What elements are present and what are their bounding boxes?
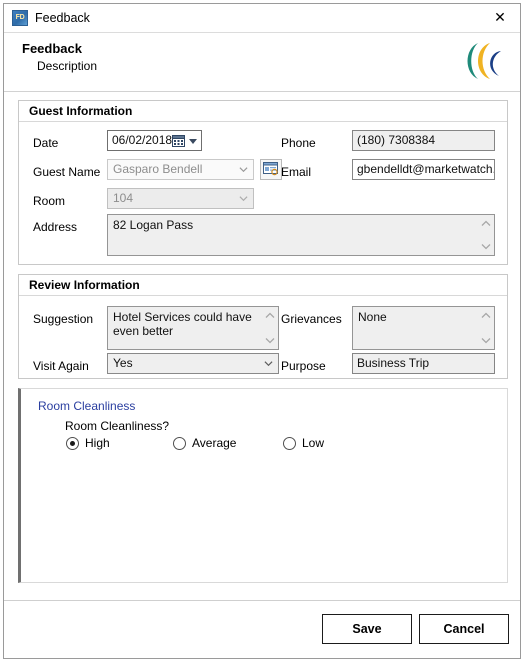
address-scrollbar[interactable] [479,216,493,254]
feedback-dialog-window: FD Feedback ✕ Feedback Description Guest… [3,3,521,659]
chevron-down-icon [237,189,248,208]
crescent-logo-icon [460,39,506,83]
guest-name-select[interactable]: Gasparo Bendell [107,159,254,180]
radio-low-label: Low [302,436,325,450]
room-cleanliness-question: Room Cleanliness? [65,419,170,433]
grievances-scrollbar[interactable] [479,308,493,348]
email-label: Email [281,165,312,179]
radio-high-label: High [85,436,110,450]
chevron-down-icon [265,338,275,344]
room-label: Room [33,194,66,208]
save-button[interactable]: Save [322,614,412,644]
visit-again-label: Visit Again [33,359,89,373]
review-information-legend: Review Information [19,275,507,296]
chevron-down-icon [481,338,491,344]
radio-dot-icon [66,437,79,450]
date-input[interactable]: 06/02/2018 [107,130,202,151]
dialog-footer: Save Cancel [4,600,520,658]
chevron-down-icon [481,244,491,250]
visit-again-select[interactable]: Yes [107,353,279,374]
guest-information-legend: Guest Information [19,101,507,122]
email-input[interactable]: gbendelldt@marketwatch.com [352,159,495,180]
chevron-down-icon [262,354,273,373]
purpose-label: Purpose [281,359,326,373]
chevron-up-icon [481,312,491,318]
cancel-button[interactable]: Cancel [419,614,509,644]
chevron-down-icon [237,160,248,179]
address-value: 82 Logan Pass [113,218,194,232]
visit-again-value: Yes [113,356,133,370]
chevron-down-icon[interactable] [189,139,197,144]
suggestion-textarea[interactable]: Hotel Services could have even better [107,306,279,350]
calendar-icon [172,134,185,147]
phone-label: Phone [281,136,316,150]
radio-average-label: Average [192,436,237,450]
window-title: Feedback [35,11,90,25]
guest-lookup-button[interactable] [260,159,282,180]
date-label: Date [33,136,59,150]
chevron-up-icon [265,312,275,318]
suggestion-scrollbar[interactable] [263,308,277,348]
page-subtitle: Description [37,59,98,73]
close-icon[interactable]: ✕ [480,4,520,31]
guest-information-group: Guest Information Date 06/02/2018 Guest … [18,100,508,265]
address-textarea[interactable]: 82 Logan Pass [107,214,495,256]
date-value: 06/02/2018 [112,133,173,147]
guest-name-value: Gasparo Bendell [113,162,203,176]
guest-name-label: Guest Name [33,165,101,179]
dialog-content: Guest Information Date 06/02/2018 Guest … [4,92,520,604]
suggestion-label: Suggestion [33,312,94,326]
room-value: 104 [113,191,134,205]
radio-dot-icon [173,437,186,450]
app-icon: FD [12,10,28,26]
review-information-group: Review Information Suggestion Hotel Serv… [18,274,508,379]
grievances-textarea[interactable]: None [352,306,495,350]
address-label: Address [33,220,78,234]
room-select[interactable]: 104 [107,188,254,209]
page-title: Feedback [22,41,82,56]
chevron-up-icon [481,220,491,226]
phone-input[interactable]: (180) 7308384 [352,130,495,151]
purpose-input[interactable]: Business Trip [352,353,495,374]
room-cleanliness-panel: Room Cleanliness Room Cleanliness? High … [18,388,508,583]
grievances-value: None [358,310,387,324]
title-bar: FD Feedback ✕ [4,4,520,33]
tab-room-cleanliness[interactable]: Room Cleanliness [38,399,135,413]
suggestion-value: Hotel Services could have even better [113,310,252,338]
radio-dot-icon [283,437,296,450]
grievances-label: Grievances [281,312,342,326]
dialog-header: Feedback Description [4,33,520,92]
